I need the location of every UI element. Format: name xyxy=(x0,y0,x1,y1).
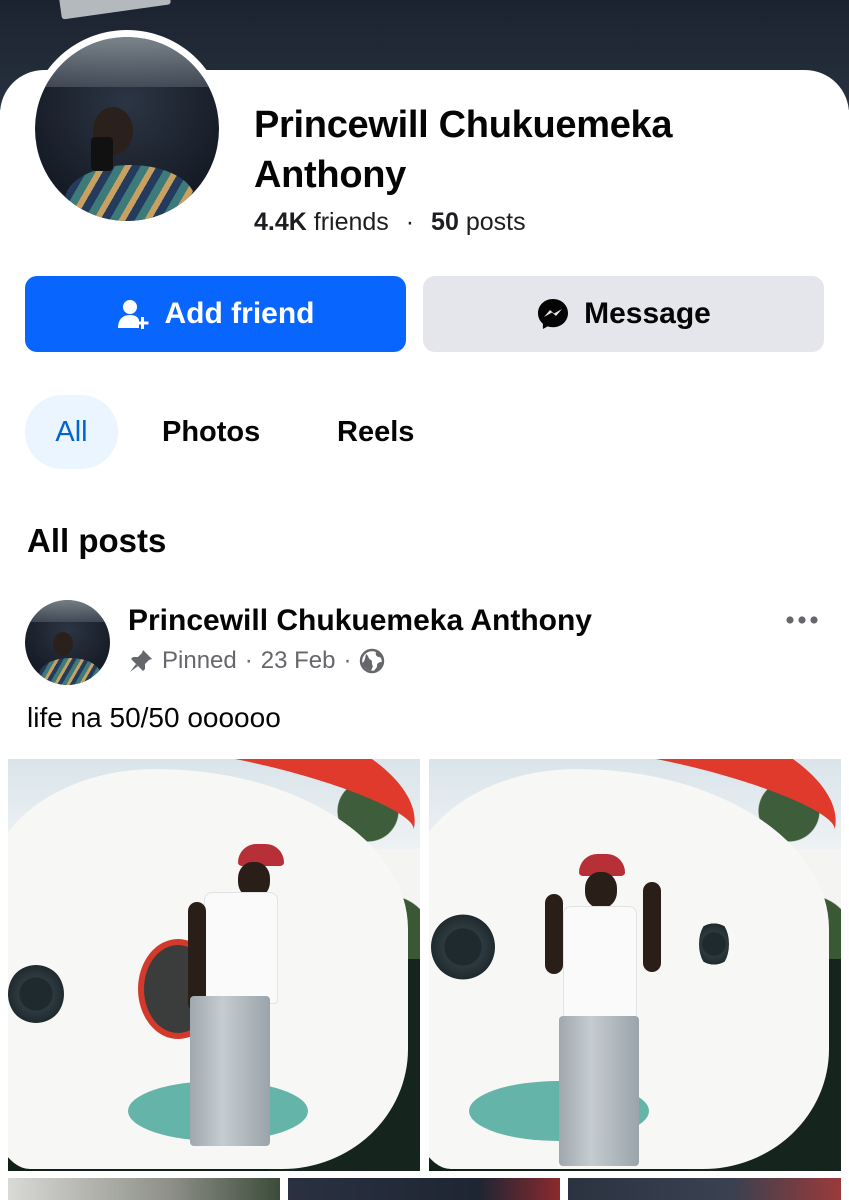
avatar-image xyxy=(35,37,219,221)
pinned-label: Pinned xyxy=(162,647,237,674)
globe-icon xyxy=(359,648,385,674)
post-photo-1[interactable] xyxy=(8,759,420,1171)
friends-count[interactable]: 4.4K xyxy=(254,208,307,236)
messenger-icon xyxy=(536,297,570,331)
post-photo-3[interactable] xyxy=(8,1178,280,1200)
pin-icon xyxy=(128,648,154,674)
message-label: Message xyxy=(584,297,711,330)
cover-photo-detail xyxy=(59,0,171,20)
meta-separator: · xyxy=(244,647,253,674)
ellipsis-icon xyxy=(786,616,818,624)
post-photo-2[interactable] xyxy=(429,759,841,1171)
post-author-name[interactable]: Princewill Chukuemeka Anthony xyxy=(128,604,592,638)
add-person-icon xyxy=(117,298,151,330)
post-meta: Pinned · 23 Feb · xyxy=(128,647,385,675)
profile-avatar[interactable] xyxy=(28,30,226,228)
post-author-avatar[interactable] xyxy=(25,600,110,685)
add-friend-button[interactable]: Add friend xyxy=(25,276,406,352)
posts-count: 50 xyxy=(431,208,459,236)
friends-label[interactable]: friends xyxy=(314,208,389,236)
profile-stats: 4.4K friends · 50 posts xyxy=(254,208,526,237)
stats-separator: · xyxy=(405,208,415,236)
tab-all[interactable]: All xyxy=(25,395,118,469)
add-friend-label: Add friend xyxy=(164,297,315,330)
post-photo-5[interactable] xyxy=(568,1178,841,1200)
profile-name: Princewill Chukuemeka Anthony xyxy=(254,104,673,196)
post-date[interactable]: 23 Feb xyxy=(261,647,336,675)
meta-separator: · xyxy=(343,647,352,674)
tab-reels[interactable]: Reels xyxy=(337,395,414,469)
more-options-button[interactable] xyxy=(782,606,822,634)
posts-label: posts xyxy=(465,208,526,236)
section-title: All posts xyxy=(27,522,167,559)
tab-photos[interactable]: Photos xyxy=(162,395,260,469)
message-button[interactable]: Message xyxy=(423,276,824,352)
post-text: life na 50/50 oooooo xyxy=(27,702,281,733)
post-photo-4[interactable] xyxy=(288,1178,560,1200)
